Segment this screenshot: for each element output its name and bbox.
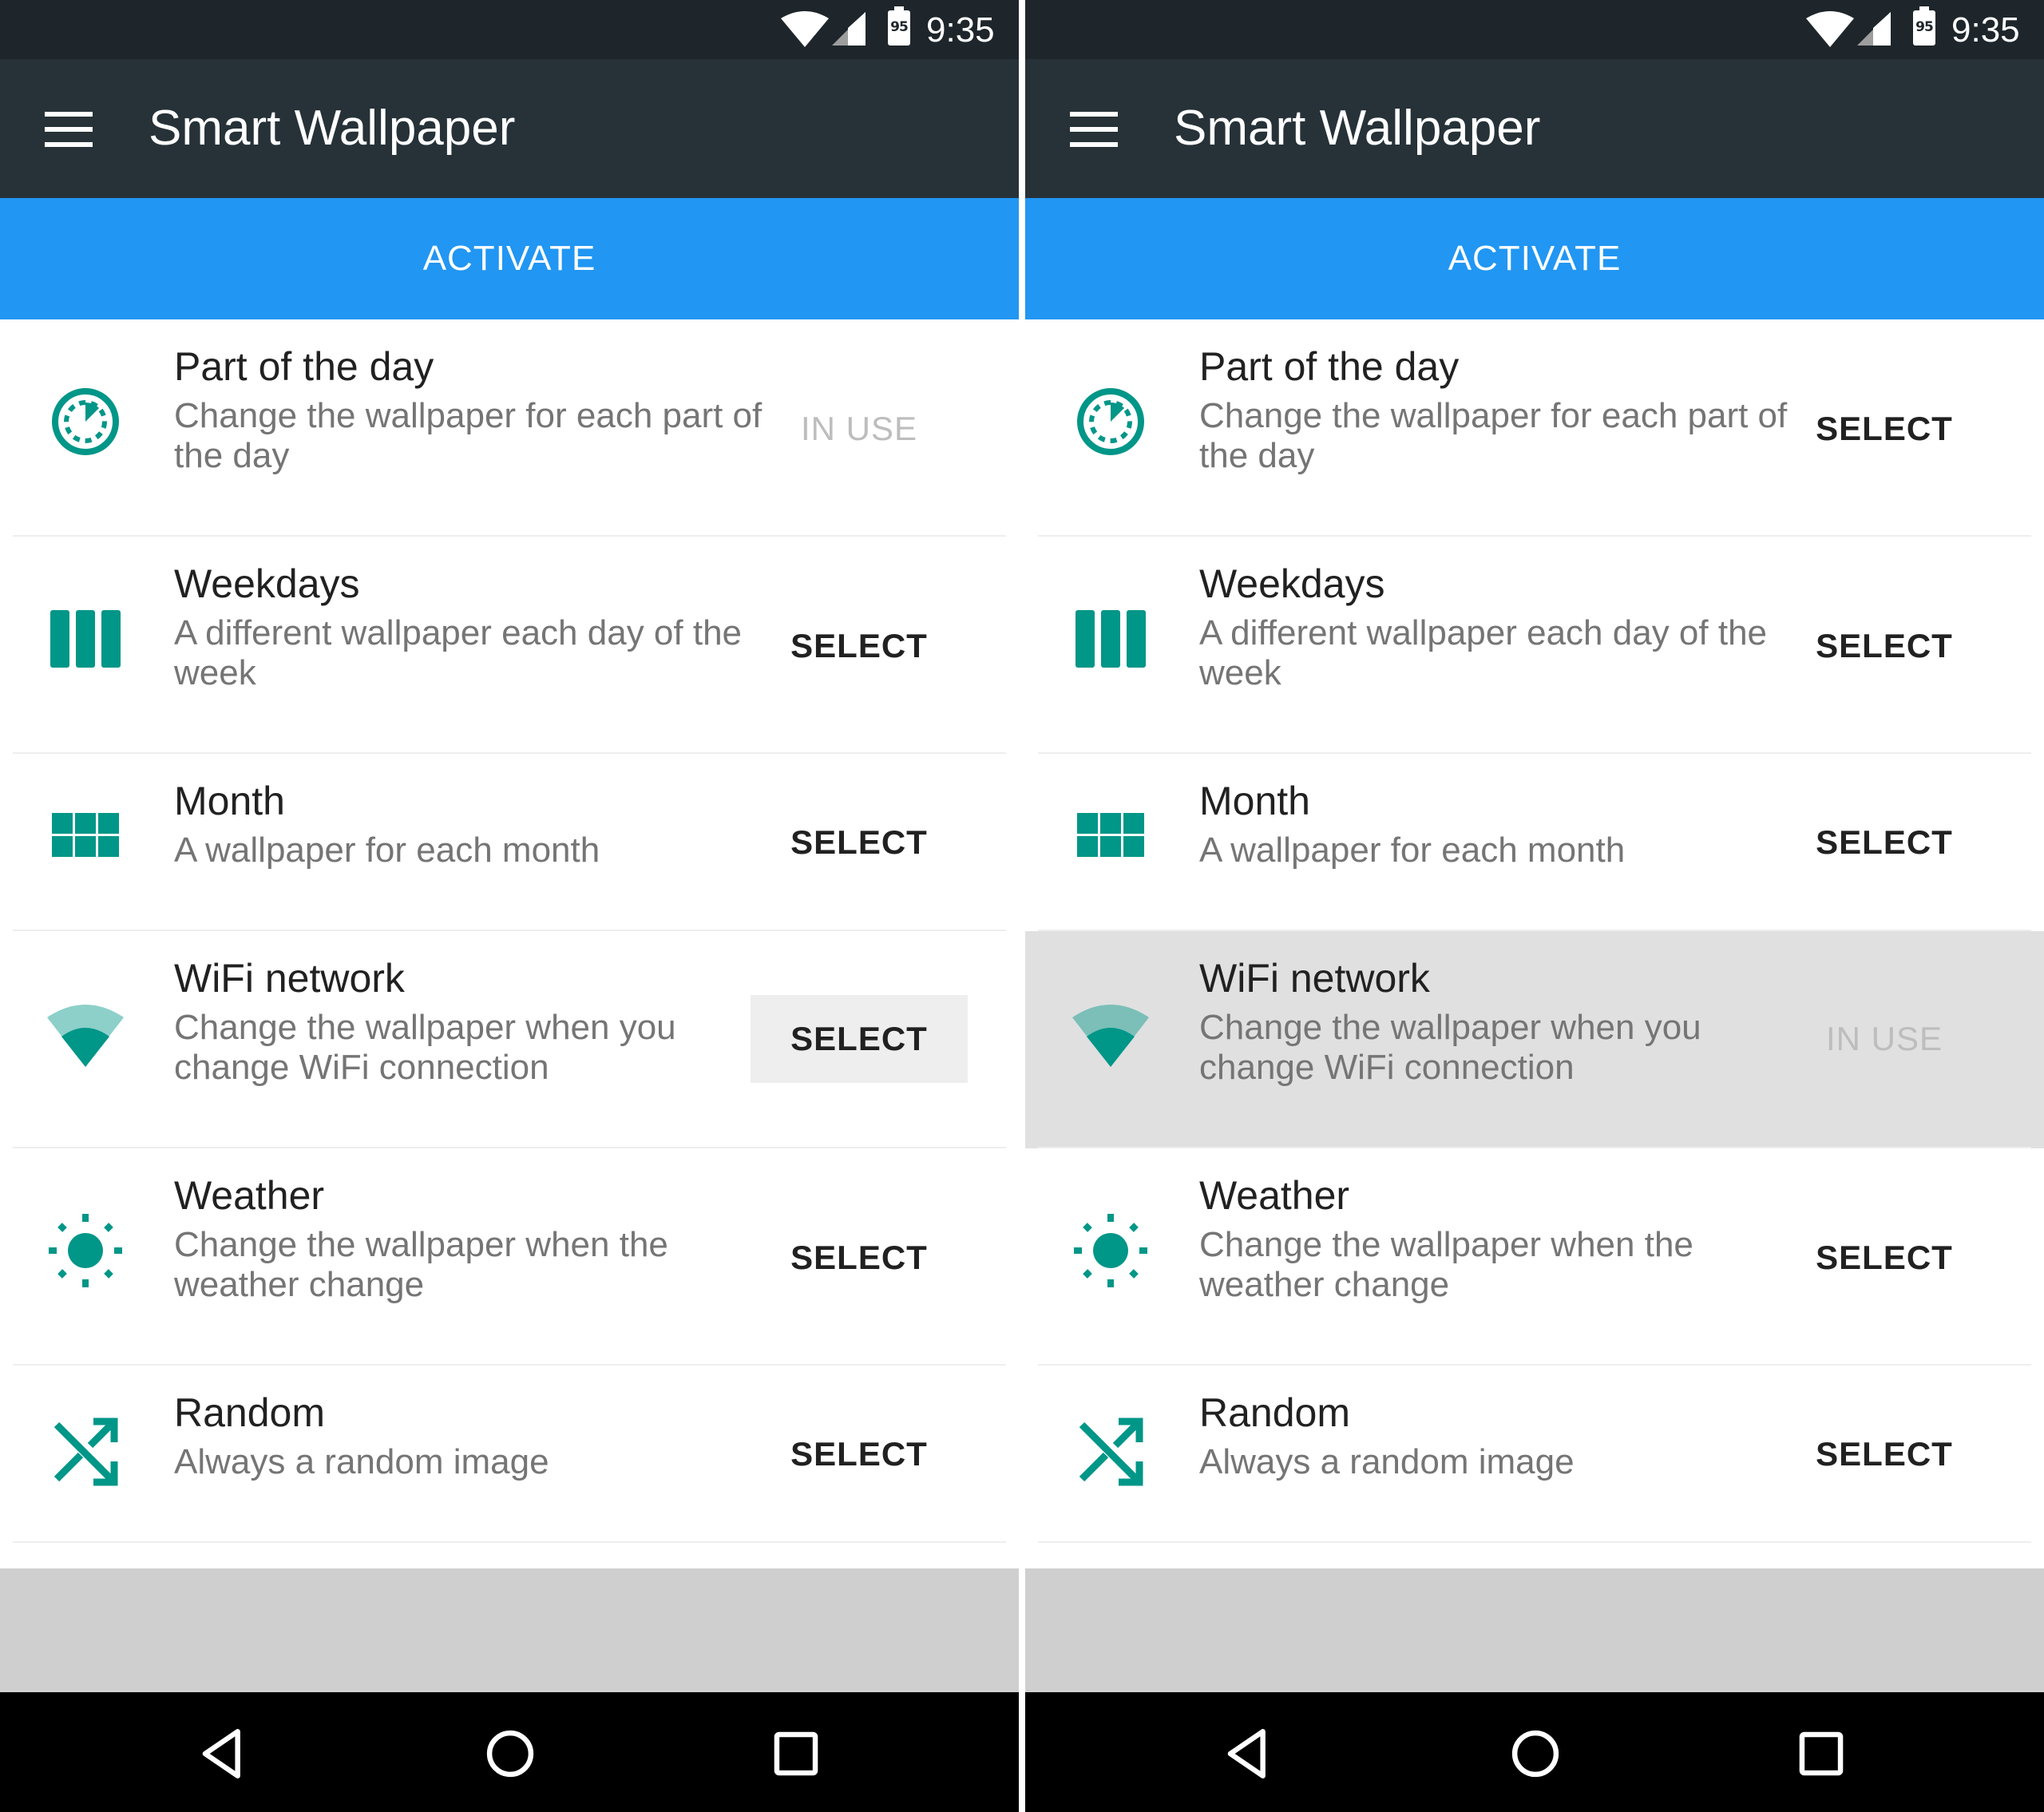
mode-description: Change the wallpaper when you change WiF…	[174, 1008, 676, 1087]
phone-screen-right: 95 9:35 Smart Wallpaper ACTIVATE Part of th…	[1025, 0, 2044, 1812]
select-button[interactable]: SELECT	[1776, 385, 1993, 473]
mode-title: Month	[1199, 779, 1310, 823]
mode-title: Part of the day	[174, 344, 434, 389]
status-bar: 95 9:35	[1025, 0, 2044, 59]
mode-item[interactable]: Part of the day Change the wallpaper for …	[1025, 319, 2044, 537]
mode-item[interactable]: Part of the day Change the wallpaper for …	[0, 319, 1019, 537]
app-bar: Smart Wallpaper	[0, 59, 1019, 198]
activate-button[interactable]: ACTIVATE	[1025, 198, 2044, 319]
empty-area	[0, 1568, 1019, 1692]
status-bar: 95 9:35	[0, 0, 1019, 59]
list-divider	[13, 1541, 1006, 1543]
mode-description: Change the wallpaper when you change WiF…	[1199, 1008, 1701, 1087]
mode-item[interactable]: Weather Change the wallpaper when the wea…	[1025, 1148, 2044, 1366]
wifi-signal-icon	[781, 10, 829, 47]
mode-description: Change the wallpaper for each part of th…	[1199, 396, 1788, 475]
status-time: 9:35	[926, 10, 995, 50]
timelapse-icon	[42, 382, 129, 462]
mode-title: Weather	[1199, 1173, 1350, 1218]
hamburger-menu-icon[interactable]	[45, 112, 93, 147]
recents-icon[interactable]	[766, 1724, 826, 1783]
mode-description: A wallpaper for each month	[174, 831, 600, 870]
mode-description: Always a random image	[1199, 1442, 1575, 1481]
battery-icon: 95	[1913, 6, 1935, 46]
mode-title: Random	[1199, 1390, 1350, 1435]
in-use-label: IN USE	[800, 410, 918, 447]
wifi-icon	[1067, 993, 1155, 1073]
mode-title: WiFi network	[174, 956, 405, 1001]
mode-description: Change the wallpaper for each part of th…	[174, 396, 763, 475]
empty-area	[1025, 1568, 2044, 1692]
in-use-label: IN USE	[1825, 1020, 1943, 1057]
grid-view-icon	[42, 797, 129, 877]
select-button[interactable]: SELECT	[751, 799, 968, 886]
mode-item[interactable]: Month A wallpaper for each month SELECT	[1025, 754, 2044, 931]
select-button[interactable]: SELECT	[1776, 1214, 1993, 1302]
sun-icon	[42, 1211, 129, 1291]
recents-icon[interactable]	[1792, 1724, 1851, 1783]
mode-description: Change the wallpaper when the weather ch…	[1199, 1225, 1693, 1304]
mode-description: A different wallpaper each day of the we…	[1199, 613, 1768, 692]
mode-description: A different wallpaper each day of the we…	[174, 613, 743, 692]
mode-item[interactable]: WiFi network Change the wallpaper when yo…	[1025, 931, 2044, 1148]
battery-level: 95	[1915, 19, 1934, 35]
mode-item[interactable]: Month A wallpaper for each month SELECT	[0, 754, 1019, 931]
mode-title: Month	[174, 779, 285, 823]
shuffle-icon	[1067, 1409, 1155, 1489]
mode-title: Weekdays	[174, 561, 360, 606]
mode-title: Part of the day	[1199, 344, 1460, 389]
app-title: Smart Wallpaper	[149, 101, 516, 156]
week-view-icon	[42, 599, 129, 679]
list-divider	[1038, 1541, 2031, 1543]
select-button[interactable]: SELECT	[751, 995, 968, 1083]
cell-signal-icon	[1854, 10, 1894, 47]
home-icon[interactable]	[1506, 1724, 1565, 1783]
home-icon[interactable]	[481, 1724, 540, 1783]
mode-title: WiFi network	[1199, 956, 1430, 1001]
activate-button[interactable]: ACTIVATE	[0, 198, 1019, 319]
grid-view-icon	[1067, 797, 1155, 877]
hamburger-menu-icon[interactable]	[1070, 112, 1118, 147]
mode-item[interactable]: Weekdays A different wallpaper each day o…	[0, 537, 1019, 754]
battery-level: 95	[890, 19, 909, 35]
navigation-bar	[1025, 1692, 2044, 1812]
select-button[interactable]: SELECT	[1776, 799, 1993, 886]
mode-title: Weather	[174, 1173, 325, 1218]
navigation-bar	[0, 1692, 1019, 1812]
mode-item[interactable]: Weekdays A different wallpaper each day o…	[1025, 537, 2044, 754]
mode-title: Random	[174, 1390, 325, 1435]
select-button[interactable]: SELECT	[1776, 1410, 1993, 1498]
wifi-signal-icon	[1806, 10, 1854, 47]
mode-description: Always a random image	[174, 1442, 549, 1481]
select-button[interactable]: SELECT	[751, 1214, 968, 1302]
timelapse-icon	[1067, 382, 1155, 462]
sun-icon	[1067, 1211, 1155, 1291]
select-button[interactable]: SELECT	[751, 1410, 968, 1498]
screen-divider	[1019, 0, 1025, 1812]
shuffle-icon	[42, 1409, 129, 1489]
back-icon[interactable]	[1220, 1724, 1279, 1783]
mode-item[interactable]: Weather Change the wallpaper when the wea…	[0, 1148, 1019, 1366]
app-bar: Smart Wallpaper	[1025, 59, 2044, 198]
cell-signal-icon	[829, 10, 869, 47]
mode-item[interactable]: WiFi network Change the wallpaper when yo…	[0, 931, 1019, 1148]
select-button[interactable]: SELECT	[751, 602, 968, 690]
mode-title: Weekdays	[1199, 561, 1385, 606]
mode-item[interactable]: Random Always a random image SELECT	[0, 1366, 1019, 1543]
wifi-icon	[42, 993, 129, 1073]
week-view-icon	[1067, 599, 1155, 679]
select-button[interactable]: SELECT	[1776, 602, 1993, 690]
back-icon[interactable]	[195, 1724, 254, 1783]
status-time: 9:35	[1951, 10, 2020, 50]
mode-item[interactable]: Random Always a random image SELECT	[1025, 1366, 2044, 1543]
battery-icon: 95	[888, 6, 910, 46]
phone-screen-left: 95 9:35 Smart Wallpaper ACTIVATE Part of th…	[0, 0, 1019, 1812]
app-title: Smart Wallpaper	[1174, 101, 1541, 156]
mode-description: Change the wallpaper when the weather ch…	[174, 1225, 668, 1304]
mode-description: A wallpaper for each month	[1199, 831, 1626, 870]
